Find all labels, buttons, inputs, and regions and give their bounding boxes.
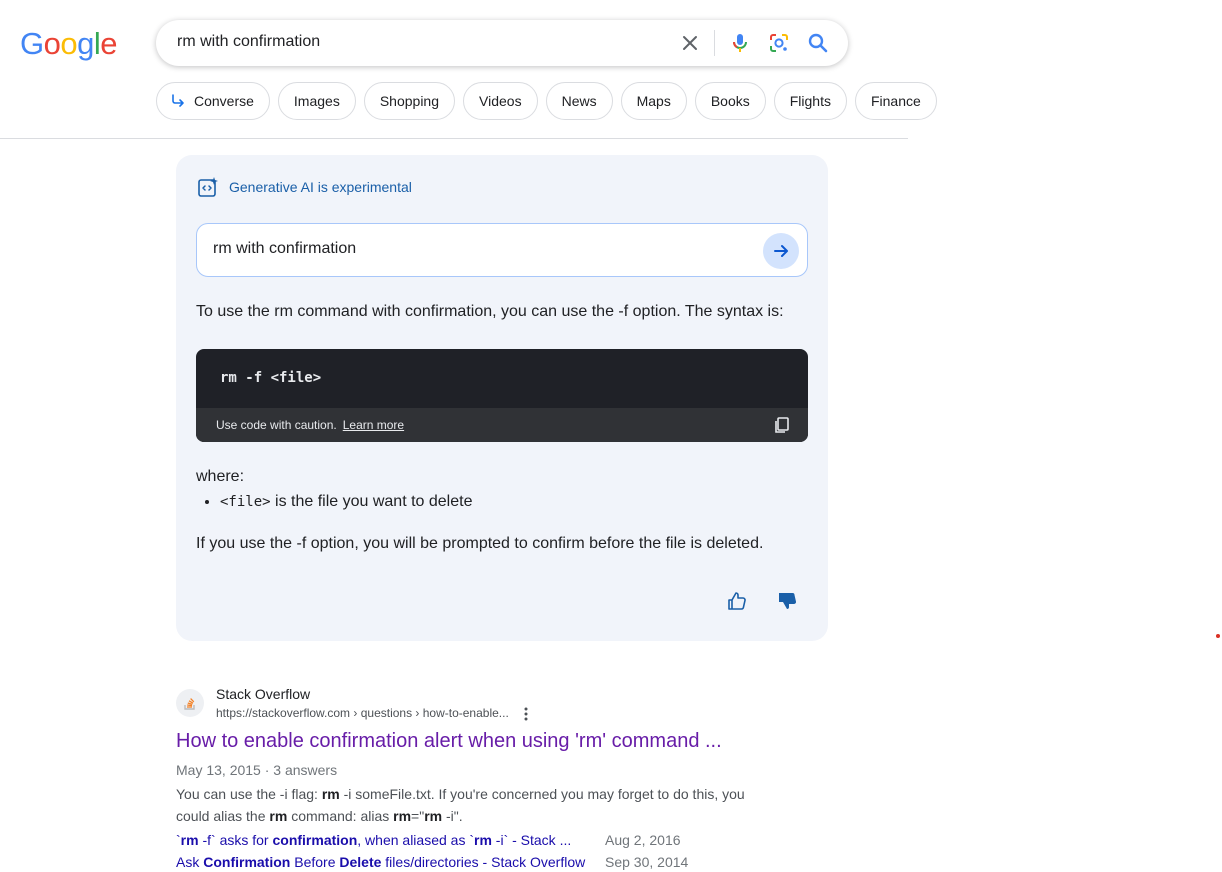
sitelink[interactable]: `rm -f` asks for confirmation, when alia… — [176, 832, 571, 848]
generative-ai-icon — [198, 177, 218, 197]
ai-badge-label: Generative AI is experimental — [229, 179, 412, 195]
stackoverflow-favicon[interactable] — [176, 689, 204, 717]
chip-books[interactable]: Books — [694, 82, 766, 120]
code-text: rm -f <file> — [220, 370, 322, 386]
chip-shopping[interactable]: Shopping — [363, 82, 456, 120]
search-box[interactable]: rm with confirmation — [156, 20, 848, 66]
header-divider — [0, 138, 908, 139]
logo-letter: g — [77, 26, 94, 61]
logo-letter: o — [43, 26, 61, 61]
submit-arrow-button[interactable] — [763, 233, 799, 269]
result-site-name[interactable]: Stack Overflow — [216, 686, 310, 702]
chip-videos[interactable]: Videos — [463, 82, 538, 120]
code-footer: Use code with caution. Learn more — [196, 408, 808, 442]
chip-images[interactable]: Images — [277, 82, 356, 120]
learn-more-link[interactable]: Learn more — [343, 418, 404, 432]
sitelink-date: Aug 2, 2016 — [605, 832, 681, 848]
ai-note-text: If you use the -f option, you will be pr… — [196, 535, 764, 552]
chip-maps[interactable]: Maps — [620, 82, 687, 120]
thumbs-down-icon[interactable] — [776, 590, 798, 612]
chip-label: Converse — [194, 93, 254, 109]
chip-label: News — [561, 93, 597, 109]
inline-code: <file> — [220, 494, 271, 510]
thumbs-up-icon[interactable] — [726, 590, 748, 612]
chip-label: Shopping — [379, 93, 440, 109]
result-snippet: You can use the -i flag: rm -i someFile.… — [176, 786, 745, 824]
chip-label: Flights — [789, 93, 831, 109]
search-icon[interactable] — [806, 31, 830, 55]
chip-label: Books — [710, 93, 750, 109]
more-options-icon[interactable] — [520, 706, 532, 722]
list-item: <file> is the file you want to delete — [220, 493, 472, 511]
chip-label: Images — [293, 93, 340, 109]
converse-arrow-icon — [172, 94, 184, 107]
google-lens-icon[interactable] — [767, 31, 791, 55]
chip-label: Finance — [870, 93, 921, 109]
microphone-icon[interactable] — [728, 31, 752, 55]
chip-news[interactable]: News — [545, 82, 613, 120]
result-meta: May 13, 2015 · 3 answers — [176, 762, 338, 778]
chip-label: Maps — [636, 93, 671, 109]
search-divider — [714, 30, 715, 56]
logo-letter: o — [60, 26, 78, 61]
google-logo[interactable]: Google — [20, 26, 118, 62]
chip-converse[interactable]: Converse — [156, 82, 270, 120]
logo-letter: e — [100, 26, 118, 61]
sitelink[interactable]: Ask Confirmation Before Delete files/dir… — [176, 854, 585, 870]
ai-intro-text: To use the rm command with confirmation,… — [196, 303, 784, 320]
code-caution-text: Use code with caution. — [216, 418, 337, 432]
ai-followup-query[interactable]: rm with confirmation — [213, 240, 356, 258]
ai-where-text: where: — [196, 468, 245, 485]
sitelink-date: Sep 30, 2014 — [605, 854, 689, 870]
list-item-text: is the file you want to delete — [270, 493, 473, 510]
code-block: rm -f <file> Use code with caution. Learn… — [196, 349, 808, 442]
cursor-dot — [1216, 634, 1220, 638]
stackoverflow-icon — [184, 698, 195, 710]
result-title-link[interactable]: How to enable confirmation alert when us… — [176, 730, 722, 753]
chip-flights[interactable]: Flights — [773, 82, 847, 120]
search-filter-chips: Converse Images Shopping Videos News Map… — [156, 82, 937, 122]
arrow-right-icon — [774, 245, 788, 257]
chip-finance[interactable]: Finance — [854, 82, 937, 120]
code-caution: Use code with caution. Learn more — [216, 418, 404, 432]
chip-label: Videos — [479, 93, 522, 109]
copy-icon[interactable] — [772, 415, 792, 435]
ai-followup-input[interactable]: rm with confirmation — [196, 223, 808, 277]
result-url[interactable]: https://stackoverflow.com › questions › … — [216, 706, 509, 720]
search-input[interactable]: rm with confirmation — [177, 33, 320, 51]
ai-overview-panel: Generative AI is experimental rm with co… — [176, 155, 828, 641]
ai-bullet-list: <file> is the file you want to delete — [196, 493, 472, 511]
ai-badge: Generative AI is experimental — [197, 176, 412, 198]
clear-icon[interactable] — [678, 31, 702, 55]
logo-letter: G — [20, 26, 44, 61]
